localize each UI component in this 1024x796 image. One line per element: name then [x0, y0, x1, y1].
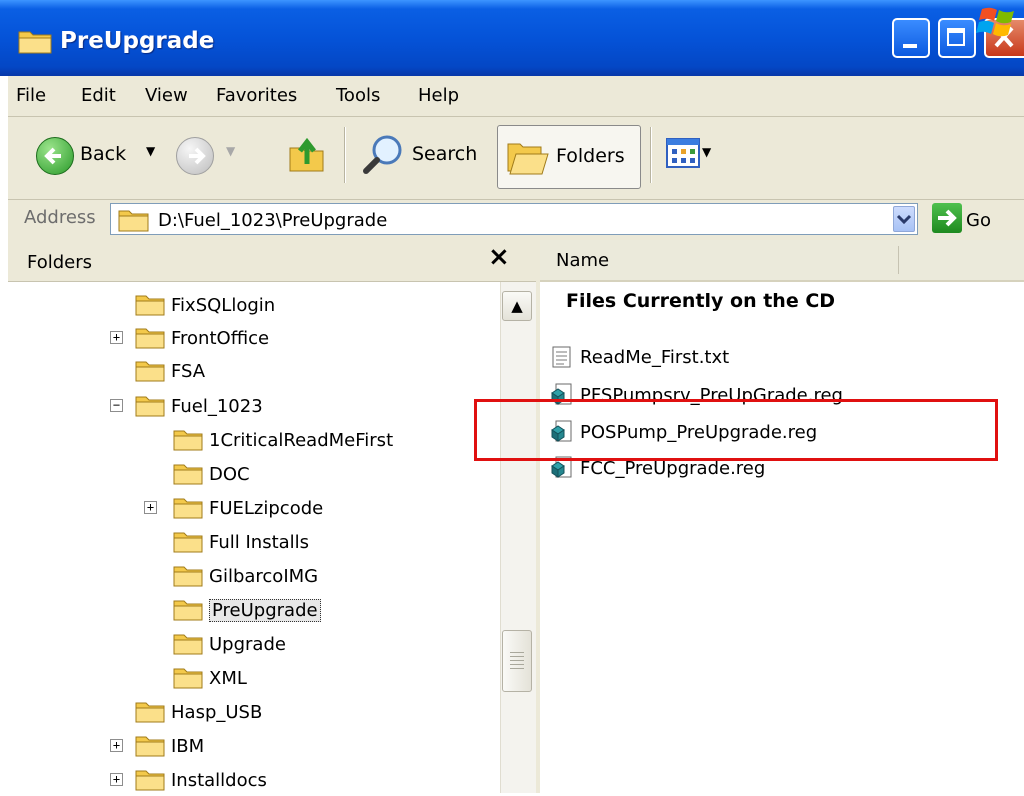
folders-button-label: Folders	[556, 145, 625, 167]
views-dropdown-icon: ▼	[702, 145, 712, 159]
tree-item-label: 1CriticalReadMeFirst	[209, 429, 394, 451]
tree-item[interactable]: GilbarcoIMG	[173, 560, 318, 592]
tree-item[interactable]: Full Installs	[173, 526, 309, 558]
folder-icon	[118, 210, 149, 232]
folder-icon	[173, 430, 203, 451]
folder-icon	[173, 566, 203, 587]
file-name: ReadMe_First.txt	[580, 346, 730, 368]
back-button-label[interactable]: Back	[80, 143, 126, 165]
expand-icon[interactable]: +	[110, 331, 123, 344]
back-arrow-icon[interactable]	[36, 137, 74, 175]
tree-item[interactable]: Fuel_1023	[135, 390, 263, 422]
tree-item[interactable]: DOC	[173, 458, 250, 490]
tree-item[interactable]: PreUpgrade	[173, 594, 321, 626]
windows-logo-icon	[976, 7, 1014, 37]
tree-item[interactable]: FixSQLlogin	[135, 289, 275, 321]
tree-item[interactable]: Installdocs	[135, 764, 267, 796]
folder-icon	[173, 668, 203, 689]
tree-item-label: PreUpgrade	[209, 598, 321, 622]
folder-icon	[135, 328, 165, 349]
folder-window-icon	[18, 31, 52, 54]
tree-item[interactable]: Upgrade	[173, 628, 286, 660]
address-value[interactable]: D:\Fuel_1023\PreUpgrade	[158, 210, 387, 231]
address-dropdown-button[interactable]	[893, 206, 915, 232]
tree-item-label: FixSQLlogin	[171, 294, 276, 316]
folder-icon	[173, 532, 203, 553]
file-item[interactable]: ReadMe_First.txt	[550, 343, 729, 371]
menu-help[interactable]: Help	[418, 85, 459, 106]
tree-item-label: DOC	[209, 463, 250, 485]
go-arrow-icon[interactable]	[932, 203, 962, 233]
expand-icon[interactable]: +	[144, 501, 157, 514]
folder-icon	[135, 361, 165, 382]
go-button-label[interactable]: Go	[966, 210, 991, 231]
folder-icon	[135, 770, 165, 791]
column-separator[interactable]	[898, 246, 899, 274]
tree-item[interactable]: IBM	[135, 730, 204, 762]
vertical-scrollbar[interactable]	[500, 282, 536, 793]
tree-item-label: FSA	[171, 360, 206, 382]
menu-view[interactable]: View	[145, 85, 188, 106]
menu-edit[interactable]: Edit	[81, 85, 116, 106]
tree-item-label: Fuel_1023	[171, 395, 263, 417]
maximize-button[interactable]	[938, 18, 976, 58]
collapse-icon[interactable]: −	[110, 399, 123, 412]
tree-item-label: Hasp_USB	[171, 701, 263, 723]
search-button-label[interactable]: Search	[412, 143, 477, 165]
views-button[interactable]: ▼	[666, 137, 712, 171]
views-icon	[666, 138, 700, 168]
folder-icon	[173, 498, 203, 519]
up-folder-icon[interactable]	[287, 134, 327, 174]
maximize-icon	[947, 28, 965, 46]
tree-item[interactable]: XML	[173, 662, 247, 694]
tree-item[interactable]: 1CriticalReadMeFirst	[173, 424, 393, 456]
tree-item[interactable]: FrontOffice	[135, 322, 269, 354]
tree-item-label: XML	[209, 667, 247, 689]
tree-item[interactable]: FUELzipcode	[173, 492, 323, 524]
menu-favorites[interactable]: Favorites	[216, 85, 297, 106]
scroll-grip-icon	[510, 652, 524, 670]
scroll-up-button[interactable]: ▲	[502, 291, 532, 321]
minimize-button[interactable]	[892, 18, 930, 58]
text-file-icon	[552, 346, 571, 368]
column-name-header[interactable]: Name	[556, 250, 609, 271]
tree-item-label: FUELzipcode	[209, 497, 324, 519]
toolbar-separator	[344, 127, 346, 183]
folder-icon	[173, 600, 203, 621]
window-title: PreUpgrade	[60, 28, 215, 54]
expand-icon[interactable]: +	[110, 739, 123, 752]
folders-pane-title: Folders	[27, 252, 93, 273]
folder-icon	[173, 464, 203, 485]
file-group-title: Files Currently on the CD	[566, 290, 836, 312]
address-label: Address	[24, 207, 96, 228]
tree-item-label: Installdocs	[171, 769, 267, 791]
forward-arrow-icon[interactable]	[176, 137, 214, 175]
folder-icon	[135, 702, 165, 723]
expand-icon[interactable]: +	[110, 773, 123, 786]
folder-icon	[135, 295, 165, 316]
tree-item[interactable]: FSA	[135, 355, 205, 387]
highlight-box	[474, 399, 998, 461]
back-dropdown-icon[interactable]: ▼	[146, 144, 155, 158]
folder-icon	[135, 736, 165, 757]
tree-item-label: GilbarcoIMG	[209, 565, 319, 587]
tree-item-label: IBM	[171, 735, 205, 757]
column-header	[540, 240, 1024, 282]
forward-dropdown-icon[interactable]: ▼	[226, 144, 235, 158]
tree-item[interactable]: Hasp_USB	[135, 696, 262, 728]
tree-item-label: Upgrade	[209, 633, 286, 655]
chevron-down-icon	[896, 214, 912, 225]
search-icon[interactable]	[362, 133, 406, 177]
menu-file[interactable]: File	[16, 85, 46, 106]
tree-item-label: FrontOffice	[171, 327, 270, 349]
close-pane-icon[interactable]: ×	[488, 242, 510, 272]
folder-icon	[173, 634, 203, 655]
tree-item-label: Full Installs	[209, 531, 310, 553]
folder-icon	[135, 396, 165, 417]
pane-splitter[interactable]	[536, 240, 540, 793]
minimize-icon	[903, 44, 917, 48]
menu-tools[interactable]: Tools	[336, 85, 380, 106]
toolbar-separator	[650, 127, 652, 183]
folders-icon	[507, 143, 549, 175]
